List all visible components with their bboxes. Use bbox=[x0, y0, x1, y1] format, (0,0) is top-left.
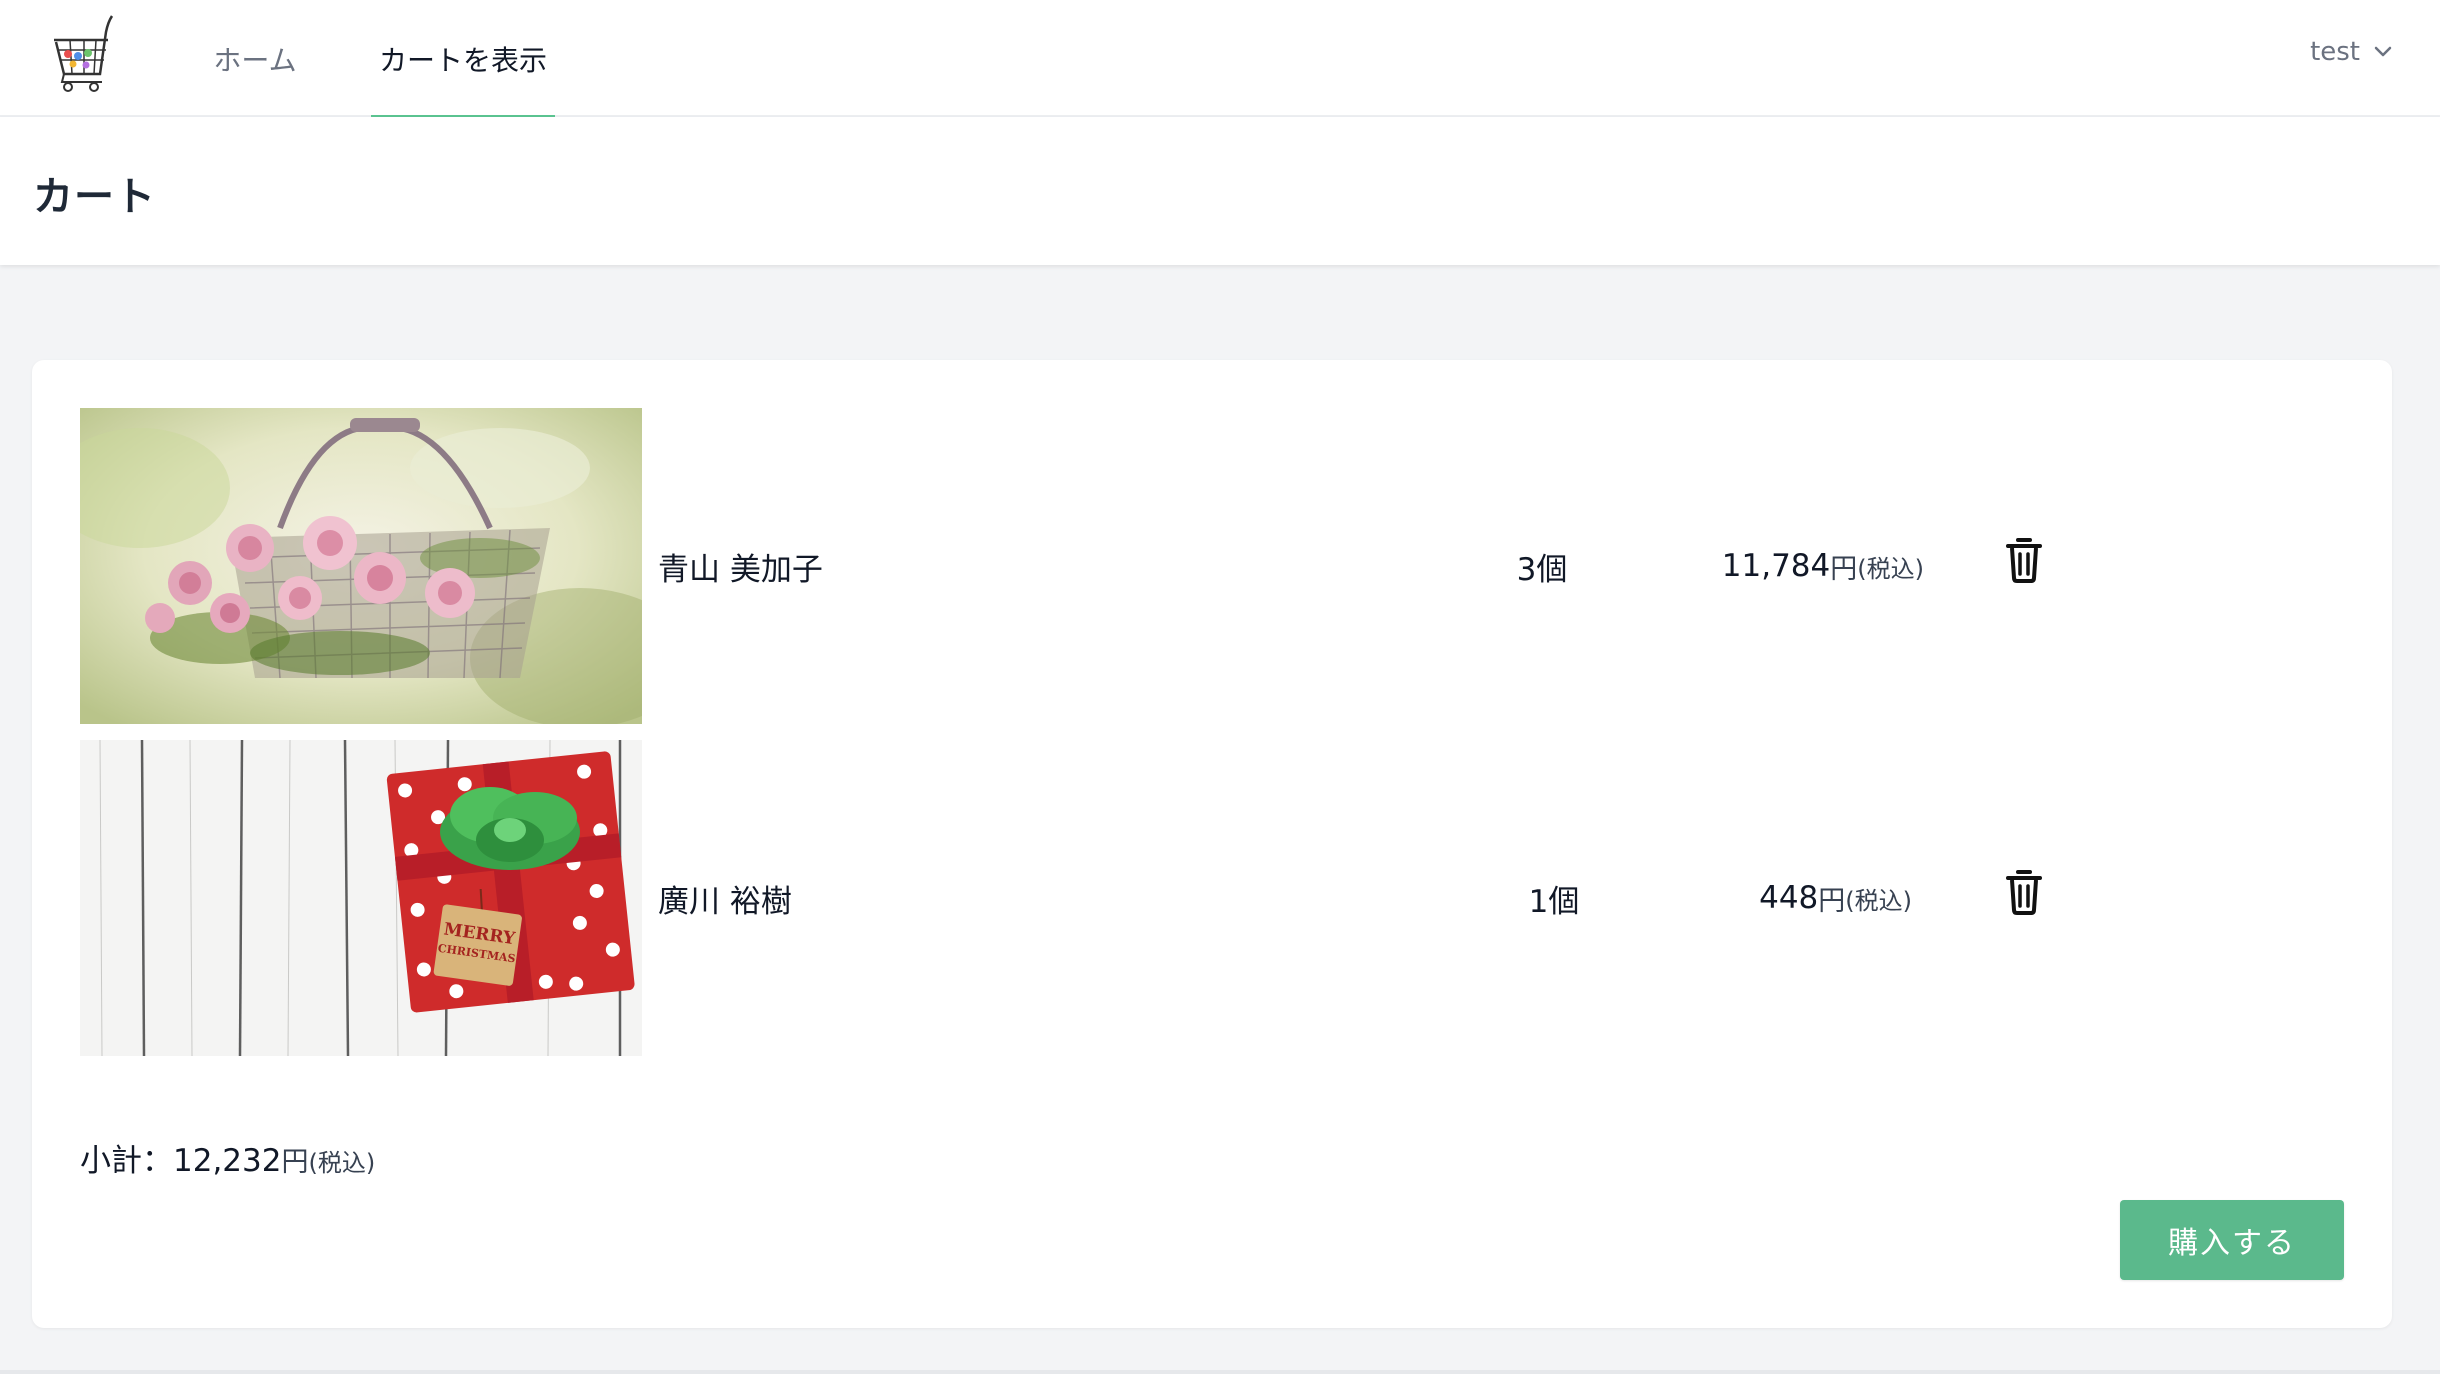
tax-label: (税込) bbox=[1845, 886, 1912, 915]
price-value: 448 bbox=[1759, 880, 1819, 916]
cart-item: MERRY CHRISTMAS 廣川 裕樹 1個 448 円 (税込) bbox=[80, 740, 2080, 1056]
subtotal-tax: (税込) bbox=[308, 1149, 376, 1177]
rose-basket-image bbox=[80, 408, 642, 724]
christmas-gift-image: MERRY CHRISTMAS bbox=[80, 740, 642, 1056]
item-price: 448 円 (税込) bbox=[1492, 740, 1912, 1056]
trash-icon[interactable] bbox=[2004, 868, 2044, 916]
user-name: test bbox=[2310, 37, 2360, 67]
subtotal: 小計：12,232円(税込) bbox=[80, 1135, 375, 1180]
page-header: カート bbox=[0, 117, 2440, 265]
page-title: カート bbox=[33, 174, 156, 220]
item-name: 青山 美加子 bbox=[658, 551, 823, 588]
nav-cart-link[interactable]: カートを表示 bbox=[371, 0, 555, 119]
currency-label: 円 bbox=[1830, 553, 1858, 585]
cart-item: 青山 美加子 3個 11,784 円 (税込) bbox=[80, 408, 2080, 724]
price-value: 11,784 bbox=[1721, 548, 1831, 584]
item-price: 11,784 円 (税込) bbox=[1504, 408, 1924, 724]
subtotal-value: 12,232 bbox=[173, 1143, 282, 1179]
shopping-cart-logo-icon[interactable] bbox=[50, 12, 120, 92]
currency-label: 円 bbox=[1818, 885, 1846, 917]
nav-home-link[interactable]: ホーム bbox=[210, 0, 300, 117]
buy-button[interactable]: 購入する bbox=[2120, 1200, 2344, 1280]
user-menu[interactable]: test bbox=[2310, 0, 2392, 104]
subtotal-label: 小計： bbox=[80, 1143, 173, 1179]
subtotal-currency: 円 bbox=[281, 1147, 309, 1178]
chevron-down-icon bbox=[2374, 46, 2392, 57]
top-navbar: ホーム カートを表示 test bbox=[0, 0, 2440, 119]
item-name: 廣川 裕樹 bbox=[658, 883, 792, 920]
cart-card: 青山 美加子 3個 11,784 円 (税込) MERRY CHRISTMAS … bbox=[32, 360, 2392, 1328]
tax-label: (税込) bbox=[1857, 554, 1924, 583]
page-bottom-edge bbox=[0, 1370, 2440, 1374]
trash-icon[interactable] bbox=[2004, 536, 2044, 584]
